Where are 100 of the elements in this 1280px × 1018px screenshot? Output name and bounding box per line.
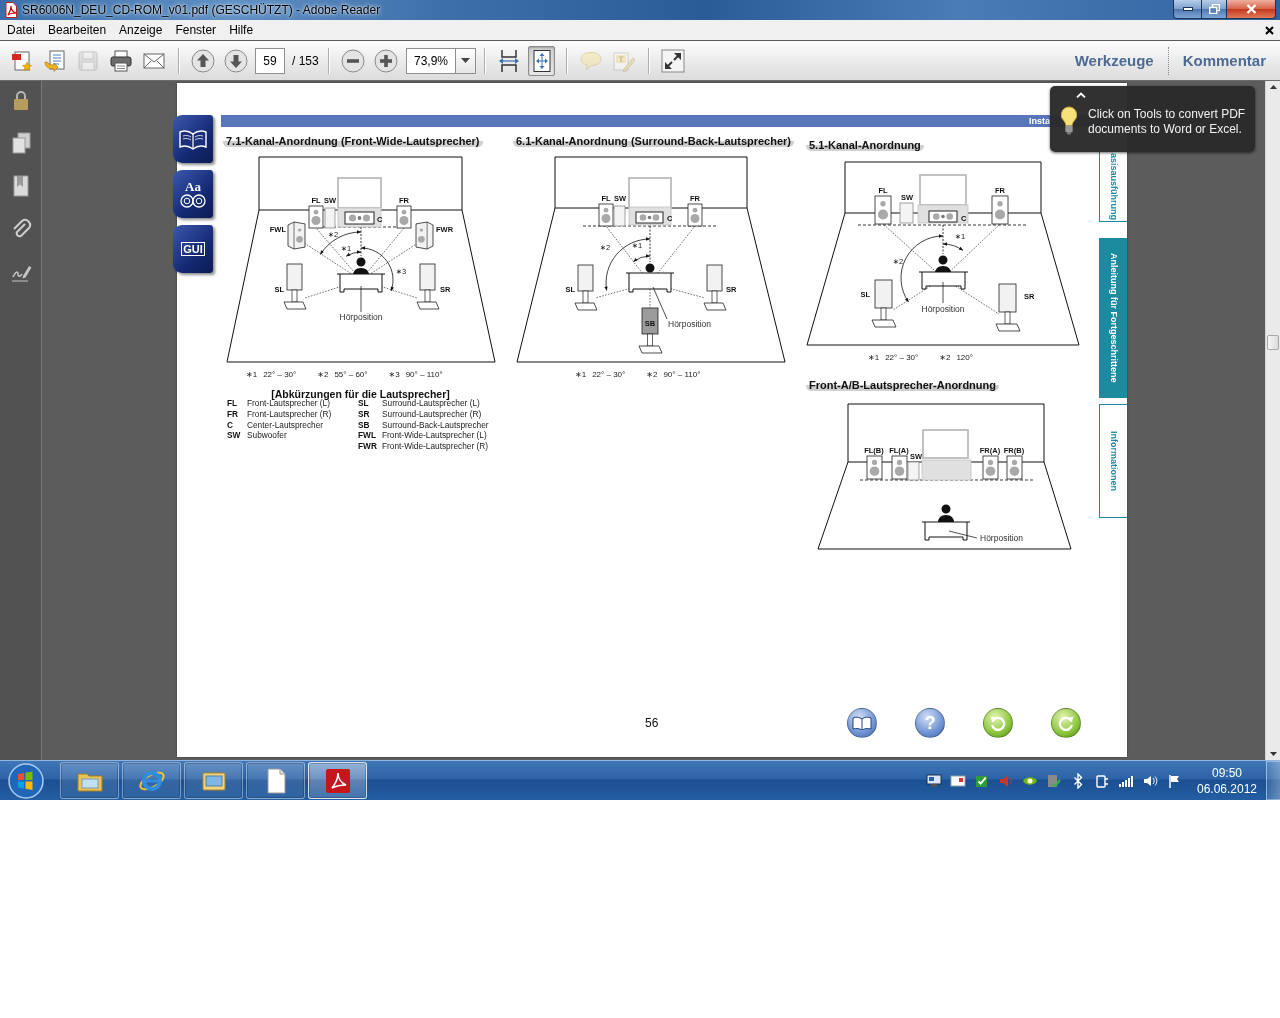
clock-date: 06.06.2012 [1196,780,1258,797]
center-speaker [344,211,375,225]
menu-item[interactable]: Datei [2,21,40,39]
subwoofer [324,207,336,229]
pages-icon[interactable] [9,132,32,154]
menu-item[interactable]: Anzeige [114,21,168,39]
chevron-up-icon[interactable] [1076,92,1086,98]
speaker [308,205,324,229]
window-title: SR6006N_DEU_CD-ROM_v01.pdf (GESCHÜTZT) - Adobe Reader [22,3,381,18]
angle-range: 120° [956,353,973,362]
abbreviation-text: Front-Wide-Lautsprecher (L) [382,430,487,441]
leader-line [360,285,362,313]
minimize-button[interactable] [1173,0,1201,19]
panel-button[interactable]: Kommentar [1182,52,1266,69]
leader-line [948,530,978,539]
section-label: Insta [1029,116,1050,126]
zoom-dropdown-button[interactable] [455,47,476,74]
scroll-thumb[interactable] [1267,335,1279,350]
start-button[interactable] [6,761,46,800]
angle-range: 90° – 110° [405,370,443,379]
angle-range: 90° – 110° [663,370,701,379]
taskbar-button[interactable] [184,762,243,799]
leader-line [652,286,668,320]
counterclockwise-arrow-icon [989,714,1008,732]
diagram-title: 7.1-Kanal-Anordnung (Front-Wide-Lautsprecher) [223,134,483,147]
angle-range: 22° – 30° [592,370,626,379]
speaker-on-stand [574,264,598,311]
speaker [991,195,1009,225]
abbreviation-code: C [227,419,234,430]
speaker-on-stand [703,264,727,311]
angle-range: 22° – 30° [263,370,297,379]
document-swirl-icon [4,2,18,18]
angle-range: 22° – 30° [885,353,919,362]
menu-item[interactable]: Fenster [170,21,222,39]
taskbar-button[interactable] [246,762,305,799]
tv-screen [919,174,967,206]
abbreviation-text: Center-Lautsprecher [247,419,324,430]
section-tab[interactable]: Anleitung für Fortgeschrittene [1099,238,1127,398]
nav-tab[interactable]: Aa [173,170,213,218]
subwoofer [899,202,914,224]
subwoofer [613,205,626,227]
taskbar-button[interactable] [308,762,367,799]
tooltip-text: Click on Tools to convert PDF documents to Word or Excel. [1088,107,1247,137]
section-tab[interactable]: Informationen [1099,404,1127,518]
menu-item[interactable]: Bearbeiten [43,21,112,39]
close-icon[interactable] [1265,25,1274,35]
seat [336,273,386,293]
monitor-icon[interactable] [926,772,942,789]
speaker-on-stand [416,263,440,310]
tv-stand [921,459,972,481]
tv-screen [337,177,382,209]
nav-tab[interactable] [173,115,213,163]
abbreviation-code: FR [227,409,240,420]
scroll-down-icon[interactable] [1269,752,1277,756]
abbreviation-text: Front-Wide-Lautsprecher (R) [382,441,489,452]
taskbar-button[interactable] [122,762,181,799]
center-speaker [635,211,664,224]
lightbulb-icon [1060,106,1078,135]
contents-button[interactable] [847,708,878,738]
section-tab[interactable]: asisausführung [1099,152,1127,222]
nav-tab[interactable]: GUI [173,225,213,273]
menu-item[interactable]: Hilfe [224,21,259,39]
clockwise-arrow-icon [1057,714,1076,732]
panel-button[interactable]: Werkzeuge [1074,52,1154,69]
abbreviation-code: SR [358,409,371,420]
abbreviation-code: SL [358,398,370,409]
abbreviation-text: Surround-Lautsprecher (R) [382,409,482,420]
page-number: 56 [645,716,659,730]
restore-icon [1208,4,1220,14]
abbreviation-text: Surround-Lautsprecher (L) [382,398,480,409]
speaker [415,221,434,250]
legend-title: [Abkürzungen für die Lautsprecher] [271,388,450,400]
close-button[interactable] [1227,0,1276,19]
note-mark: ∗1 [575,370,587,379]
plug-icon[interactable] [1094,772,1110,789]
forward-button[interactable] [1051,708,1082,738]
abbreviation-code: FL [227,398,239,409]
page-number-field[interactable]: 59 [255,47,285,74]
show-desktop-button[interactable] [1266,761,1280,800]
zoom-field[interactable]: 73,9% [406,47,455,74]
speaker [982,455,999,480]
restore-button[interactable] [1201,0,1227,19]
card-icon[interactable] [950,772,966,789]
flag-icon[interactable] [1166,772,1182,789]
page-check-icon[interactable] [1046,772,1062,789]
seat [921,521,971,541]
speaker [866,455,883,480]
back-button[interactable] [983,708,1014,738]
close-icon [1245,4,1257,14]
tv-screen [628,177,672,209]
note-mark: ∗2 [317,370,329,379]
abbreviation-code: SW [227,430,242,441]
taskbar-button[interactable] [60,762,119,799]
speaker [874,195,892,225]
abbreviation-code: SB [358,419,371,430]
center-speaker [928,210,958,223]
listening-position-label: Hörposition [980,533,1023,543]
scroll-up-icon[interactable] [1269,85,1277,89]
speaker-on-stand [283,263,307,310]
leader-line [942,281,944,304]
